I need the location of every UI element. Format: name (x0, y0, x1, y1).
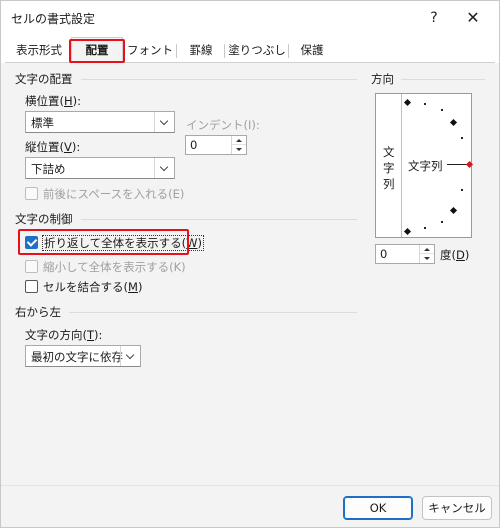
shrink-to-fit-checkbox[interactable] (25, 260, 38, 273)
vertical-alignment-value: 下詰め (31, 162, 66, 176)
tab-fill[interactable]: 塗りつぶし (225, 39, 289, 61)
text-direction-label: 文字の方向(T): (25, 328, 103, 342)
section-text-alignment: 文字の配置 (15, 72, 73, 86)
tab-alignment[interactable]: 配置 (71, 37, 123, 63)
chevron-down-icon (120, 346, 140, 366)
merge-cells-label[interactable]: セルを結合する(M) (43, 279, 142, 295)
orientation-mark (424, 103, 426, 105)
title-bar: セルの書式設定 ? ✕ (1, 1, 499, 35)
horizontal-alignment-select[interactable]: 標準 (25, 111, 175, 133)
distributed-checkbox[interactable] (25, 187, 38, 200)
tab-border[interactable]: 罫線 (177, 39, 225, 61)
degrees-value: 0 (380, 247, 388, 261)
section-text-control: 文字の制御 (15, 212, 73, 226)
help-button[interactable]: ? (421, 6, 447, 30)
vertical-label: 縦位置(V): (25, 140, 81, 154)
spin-down-icon[interactable] (420, 254, 434, 263)
orientation-text-preview: 文字列 (408, 159, 443, 173)
chevron-down-icon (154, 158, 174, 178)
horizontal-alignment-value: 標準 (31, 116, 54, 130)
spinner-buttons (419, 245, 434, 263)
vertical-text-char: 文 (383, 145, 395, 159)
degrees-spinner[interactable]: 0 (375, 244, 435, 264)
dialog-title: セルの書式設定 (11, 12, 96, 26)
merge-cells-checkbox[interactable] (25, 280, 38, 293)
spin-up-icon[interactable] (232, 136, 246, 145)
shrink-to-fit-label: 縮小して全体を表示する(K) (43, 260, 186, 274)
cancel-button[interactable]: キャンセル (422, 496, 492, 520)
section-right-to-left: 右から左 (15, 305, 61, 319)
wrap-text-checkbox[interactable] (25, 236, 38, 249)
section-divider (81, 79, 357, 80)
indent-spinner[interactable]: 0 (185, 135, 247, 155)
text-direction-select[interactable]: 最初の文字に依存 (25, 345, 141, 367)
distributed-label: 前後にスペースを入れる(E) (43, 187, 185, 201)
spin-up-icon[interactable] (420, 245, 434, 254)
spin-down-icon[interactable] (232, 145, 246, 154)
vertical-text-char: 列 (383, 177, 395, 191)
orientation-needle (447, 164, 467, 165)
close-button[interactable]: ✕ (460, 6, 486, 30)
degrees-label: 度(D) (440, 248, 470, 262)
tab-strip: 表示形式 配置 フォント 罫線 塗りつぶし 保護 (1, 35, 499, 63)
tab-protection[interactable]: 保護 (289, 39, 335, 61)
vertical-text-char: 字 (383, 161, 395, 175)
ok-button[interactable]: OK (343, 496, 413, 520)
tab-font[interactable]: フォント (123, 39, 177, 61)
chevron-down-icon (154, 112, 174, 132)
orientation-mark (461, 189, 463, 191)
footer-divider (1, 485, 499, 486)
orientation-mark (424, 227, 426, 229)
tab-number[interactable]: 表示形式 (7, 39, 71, 61)
vertical-text-button[interactable]: 文 字 列 (376, 94, 402, 237)
section-divider (69, 312, 357, 313)
format-cells-dialog: セルの書式設定 ? ✕ 表示形式 配置 フォント 罫線 塗りつぶし 保護 文字の… (0, 0, 500, 528)
section-divider (81, 219, 357, 220)
horizontal-label: 横位置(H): (25, 94, 82, 108)
spinner-buttons (231, 136, 246, 154)
orientation-mark (461, 137, 463, 139)
section-divider (401, 79, 485, 80)
indent-label: インデント(I): (186, 118, 260, 132)
orientation-mark (441, 109, 443, 111)
indent-value: 0 (190, 138, 198, 152)
vertical-alignment-select[interactable]: 下詰め (25, 157, 175, 179)
orientation-mark (441, 221, 443, 223)
wrap-text-label[interactable]: 折り返して全体を表示する(W) (42, 235, 205, 251)
text-direction-value: 最初の文字に依存 (31, 350, 123, 364)
section-orientation: 方向 (371, 72, 394, 86)
